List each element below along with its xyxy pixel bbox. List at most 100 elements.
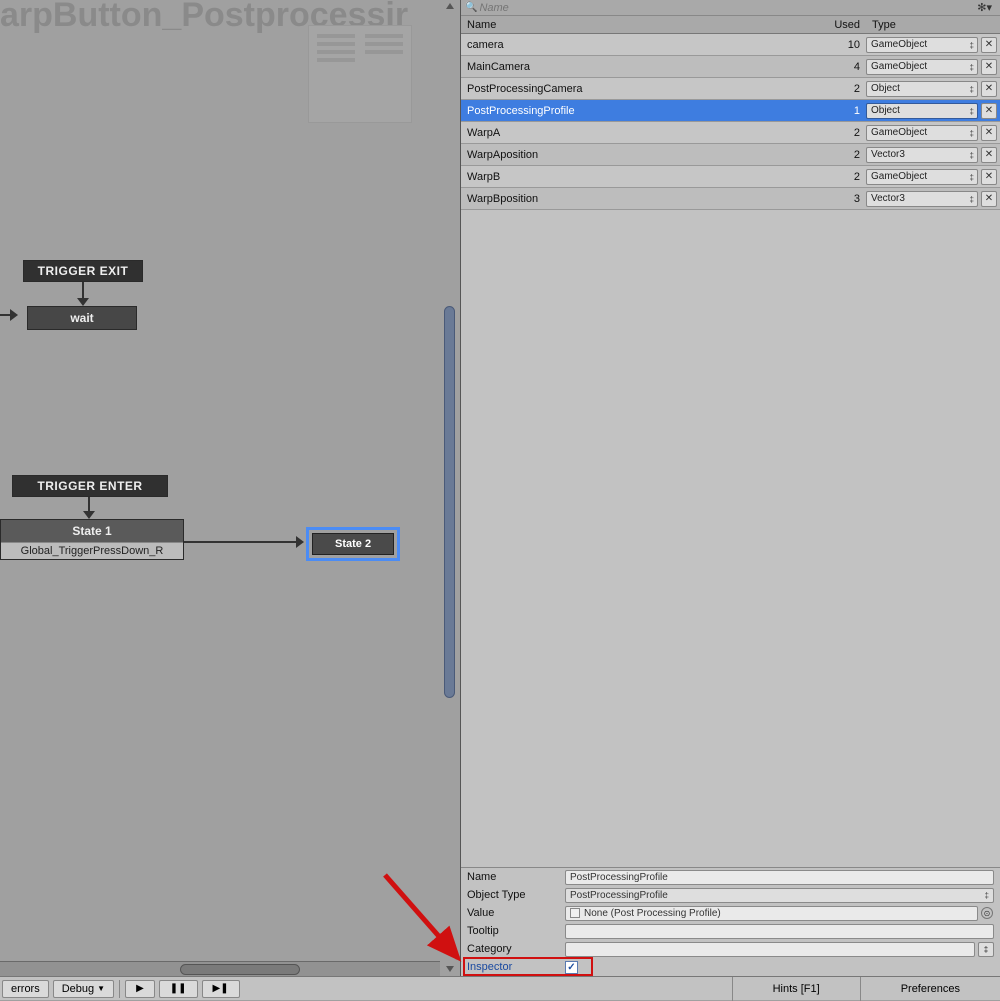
variables-header: Name Used Type bbox=[461, 16, 1000, 34]
column-type[interactable]: Type bbox=[866, 19, 1000, 31]
variable-used-count: 10 bbox=[824, 39, 866, 51]
fsm-event-trigger-exit[interactable]: TRIGGER EXIT bbox=[23, 260, 143, 282]
category-dropdown-button[interactable]: ‡ bbox=[978, 942, 994, 957]
chevron-down-icon: ‡ bbox=[970, 107, 974, 116]
detail-name-input[interactable]: PostProcessingProfile bbox=[565, 870, 994, 885]
column-used[interactable]: Used bbox=[824, 19, 866, 31]
variable-row[interactable]: PostProcessingCamera2Object‡✕ bbox=[461, 78, 1000, 100]
delete-variable-button[interactable]: ✕ bbox=[981, 81, 997, 97]
fsm-event-label: TRIGGER EXIT bbox=[24, 261, 142, 281]
chevron-down-icon: ‡ bbox=[970, 151, 974, 160]
search-row: 🔍 ✻▾ bbox=[461, 0, 1000, 16]
variable-used-count: 4 bbox=[824, 61, 866, 73]
delete-variable-button[interactable]: ✕ bbox=[981, 191, 997, 207]
chevron-down-icon: ‡ bbox=[984, 945, 988, 954]
variable-type-dropdown[interactable]: Object‡ bbox=[866, 103, 978, 119]
detail-tooltip-label: Tooltip bbox=[467, 925, 565, 937]
chevron-down-icon: ‡ bbox=[970, 63, 974, 72]
fsm-state-label: State 2 bbox=[312, 533, 394, 555]
fsm-state-wait[interactable]: wait bbox=[27, 306, 137, 330]
debug-dropdown[interactable]: Debug▼ bbox=[53, 980, 114, 998]
variable-row[interactable]: WarpA2GameObject‡✕ bbox=[461, 122, 1000, 144]
fsm-event-trigger-enter[interactable]: TRIGGER ENTER bbox=[12, 475, 168, 497]
variable-used-count: 2 bbox=[824, 171, 866, 183]
variable-name: PostProcessingCamera bbox=[461, 83, 824, 95]
variable-type-dropdown[interactable]: GameObject‡ bbox=[866, 37, 978, 53]
variable-type-dropdown[interactable]: Vector3‡ bbox=[866, 191, 978, 207]
object-picker-icon[interactable]: ⊙ bbox=[981, 907, 993, 919]
variable-type-dropdown[interactable]: GameObject‡ bbox=[866, 169, 978, 185]
fsm-graph-canvas[interactable]: arpButton_Postprocessir TRIGGER EXIT wai… bbox=[0, 0, 440, 976]
detail-value-label: Value bbox=[467, 907, 565, 919]
variable-row[interactable]: PostProcessingProfile1Object‡✕ bbox=[461, 100, 1000, 122]
object-thumb-icon bbox=[570, 908, 580, 918]
step-button[interactable]: ▶❚ bbox=[202, 980, 240, 998]
delete-variable-button[interactable]: ✕ bbox=[981, 59, 997, 75]
detail-tooltip-input[interactable] bbox=[565, 924, 994, 939]
close-icon: ✕ bbox=[985, 149, 993, 160]
play-button[interactable]: ▶ bbox=[125, 980, 155, 998]
delete-variable-button[interactable]: ✕ bbox=[981, 125, 997, 141]
horizontal-scrollbar[interactable] bbox=[0, 961, 440, 976]
search-icon: 🔍 bbox=[465, 2, 477, 13]
variable-row[interactable]: camera10GameObject‡ ✕ bbox=[461, 34, 1000, 56]
variable-used-count: 2 bbox=[824, 83, 866, 95]
delete-variable-button[interactable]: ✕ bbox=[981, 169, 997, 185]
close-icon: ✕ bbox=[985, 127, 993, 138]
column-name[interactable]: Name bbox=[461, 19, 824, 31]
bottom-toolbar: errors Debug▼ ▶ ❚❚ ▶❚ Hints [F1] Prefere… bbox=[0, 976, 1000, 1000]
close-icon: ✕ bbox=[985, 39, 993, 50]
fsm-state-label: State 1 bbox=[1, 520, 183, 542]
step-icon: ▶❚ bbox=[213, 983, 229, 994]
fsm-transition-label[interactable]: Global_TriggerPressDown_R bbox=[1, 542, 183, 559]
variable-name: camera bbox=[461, 39, 824, 51]
search-input[interactable] bbox=[479, 2, 973, 14]
variable-type-dropdown[interactable]: GameObject‡ bbox=[866, 59, 978, 75]
preferences-tab[interactable]: Preferences bbox=[860, 977, 1000, 1001]
delete-variable-button[interactable]: ✕ bbox=[981, 147, 997, 163]
close-icon: ✕ bbox=[985, 193, 993, 204]
chevron-down-icon: ▼ bbox=[97, 984, 105, 993]
fsm-state-1[interactable]: State 1 Global_TriggerPressDown_R bbox=[0, 519, 184, 560]
detail-object-type-dropdown[interactable]: PostProcessingProfile‡ bbox=[565, 888, 994, 903]
variable-used-count: 3 bbox=[824, 193, 866, 205]
variable-used-count: 2 bbox=[824, 149, 866, 161]
close-icon: ✕ bbox=[985, 171, 993, 182]
variable-name: WarpBposition bbox=[461, 193, 824, 205]
variables-list: camera10GameObject‡✕MainCamera4GameObjec… bbox=[461, 34, 1000, 210]
variable-row[interactable]: WarpAposition2Vector3‡✕ bbox=[461, 144, 1000, 166]
scroll-down-icon[interactable] bbox=[446, 966, 454, 972]
arrow-right-icon bbox=[10, 309, 18, 321]
delete-variable-button[interactable]: ✕ bbox=[981, 37, 997, 53]
variable-row[interactable]: MainCamera4GameObject‡ ✕ bbox=[461, 56, 1000, 78]
variable-name: MainCamera bbox=[461, 61, 824, 73]
variable-type-dropdown[interactable]: Vector3‡ bbox=[866, 147, 978, 163]
close-icon: ✕ bbox=[985, 61, 993, 72]
chevron-down-icon: ‡ bbox=[970, 41, 974, 50]
variable-row[interactable]: WarpBposition3Vector3‡ ✕ bbox=[461, 188, 1000, 210]
variable-row[interactable]: WarpB2GameObject‡✕ bbox=[461, 166, 1000, 188]
pause-button[interactable]: ❚❚ bbox=[159, 980, 198, 998]
variable-details: Name PostProcessingProfile Object Type P… bbox=[461, 867, 1000, 976]
variable-type-dropdown[interactable]: Object‡ bbox=[866, 81, 978, 97]
fsm-state-2-selected[interactable]: State 2 bbox=[306, 527, 400, 561]
detail-value-field[interactable]: None (Post Processing Profile) ⊙ bbox=[565, 906, 978, 921]
detail-name-label: Name bbox=[467, 871, 565, 883]
vertical-scrollbar-thumb[interactable] bbox=[444, 306, 455, 698]
chevron-down-icon: ‡ bbox=[970, 85, 974, 94]
errors-button[interactable]: errors bbox=[2, 980, 49, 998]
arrow-down-icon bbox=[83, 511, 95, 519]
gear-icon[interactable]: ✻▾ bbox=[973, 1, 996, 14]
scrollbar-thumb[interactable] bbox=[180, 964, 300, 975]
delete-variable-button[interactable]: ✕ bbox=[981, 103, 997, 119]
scroll-up-icon[interactable] bbox=[446, 3, 454, 9]
fsm-state-label: wait bbox=[70, 311, 93, 325]
hints-tab[interactable]: Hints [F1] bbox=[732, 977, 860, 1001]
inspector-checkbox[interactable]: ✓ bbox=[565, 961, 578, 974]
variable-type-dropdown[interactable]: GameObject‡ bbox=[866, 125, 978, 141]
arrow-down-icon bbox=[77, 298, 89, 306]
variable-used-count: 2 bbox=[824, 127, 866, 139]
play-icon: ▶ bbox=[136, 983, 144, 994]
detail-category-input[interactable] bbox=[565, 942, 975, 957]
variable-name: PostProcessingProfile bbox=[461, 105, 824, 117]
